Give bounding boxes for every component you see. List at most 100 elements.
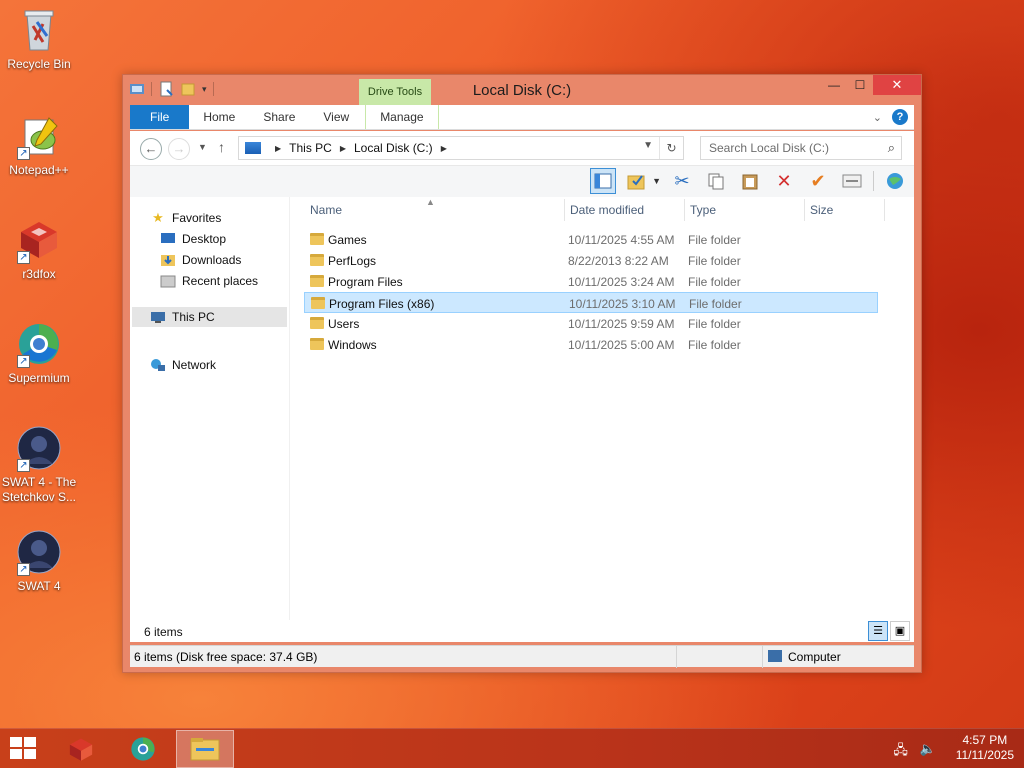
shortcut-arrow-icon: ↗ [17, 563, 30, 576]
address-dropdown-icon[interactable]: ▼ [643, 140, 653, 151]
paste-icon[interactable] [737, 168, 763, 194]
swat4-icon: ↗ [15, 528, 63, 576]
taskbar-r3dfox[interactable] [52, 730, 110, 768]
nav-downloads[interactable]: Downloads [160, 253, 241, 267]
taskbar-supermium[interactable] [114, 730, 172, 768]
desktop-icon-recycle-bin[interactable]: Recycle Bin [0, 6, 78, 72]
file-row[interactable]: Program Files 10/11/2025 3:24 AM File fo… [304, 271, 878, 292]
desktop-icon-label: Supermium [8, 371, 70, 385]
delete-icon[interactable]: ✕ [771, 168, 797, 194]
expand-ribbon-icon[interactable]: ⌄ [873, 111, 882, 124]
clock[interactable]: 4:57 PM 11/11/2025 [956, 733, 1014, 763]
close-icon[interactable]: ✕ [873, 75, 921, 95]
status-bar: 6 items (Disk free space: 37.4 GB) Compu… [130, 645, 914, 668]
network-tray-icon[interactable]: 🖧 [893, 741, 908, 763]
desktop-icon-r3dfox[interactable]: ↗ r3dfox [0, 216, 78, 282]
tab-home[interactable]: Home [189, 105, 249, 129]
folder-icon [310, 254, 324, 266]
file-row-selected[interactable]: Program Files (x86) 10/11/2025 3:10 AM F… [304, 292, 878, 313]
taskbar-file-explorer[interactable] [176, 730, 234, 768]
file-list: ▲ Name Date modified Type Size Games 10/… [300, 197, 914, 642]
supermium-icon [131, 737, 155, 761]
supermium-icon: ↗ [15, 320, 63, 368]
clock-date: 11/11/2025 [955, 748, 1014, 762]
column-divider[interactable] [804, 199, 805, 221]
details-view-icon[interactable]: ☰ [868, 621, 888, 641]
status-free-space: 6 items (Disk free space: 37.4 GB) [134, 650, 318, 664]
nav-favorites[interactable]: ★ Favorites [150, 211, 221, 226]
recycle-bin-icon [15, 6, 63, 54]
tab-view[interactable]: View [309, 105, 363, 129]
explorer-content: ★ Favorites Desktop Downloads Recent pla… [130, 197, 914, 642]
breadcrumb-separator-icon[interactable]: ▶ [340, 144, 346, 153]
refresh-icon[interactable]: ↻ [659, 137, 683, 159]
column-divider[interactable] [684, 199, 685, 221]
search-icon[interactable]: ⌕ [888, 140, 895, 156]
recent-locations-icon[interactable]: ▼ [198, 142, 207, 152]
globe-icon[interactable] [882, 168, 908, 194]
folder-icon [310, 317, 324, 329]
file-name: Windows [328, 338, 377, 352]
forward-arrow-icon[interactable]: → [168, 138, 190, 160]
search-input[interactable]: Search Local Disk (C:) ⌕ [700, 136, 902, 160]
desktop-icon-notepad-plus-plus[interactable]: ↗ Notepad++ [0, 112, 78, 178]
desktop-icon [160, 232, 176, 246]
preview-pane-icon[interactable] [590, 168, 617, 194]
desktop-icon-supermium[interactable]: ↗ Supermium [0, 320, 78, 386]
tab-share[interactable]: Share [249, 105, 309, 129]
back-arrow-icon[interactable]: ← [140, 138, 162, 160]
title-bar[interactable]: ▾ Drive Tools Local Disk (C:) — ☐ ✕ [123, 75, 921, 105]
notepad-plus-plus-icon: ↗ [15, 112, 63, 160]
status-zone: Computer [788, 650, 841, 664]
tab-file[interactable]: File [130, 105, 190, 129]
copy-icon[interactable] [703, 168, 729, 194]
file-row[interactable]: Windows 10/11/2025 5:00 AM File folder [304, 334, 878, 355]
properties-toolbar-icon[interactable] [839, 168, 865, 194]
breadcrumb-local-disk[interactable]: Local Disk (C:) [354, 141, 433, 155]
cut-icon[interactable]: ✂ [669, 168, 695, 194]
file-date: 10/11/2025 5:00 AM [568, 338, 675, 352]
select-folder-icon[interactable] [624, 168, 650, 194]
file-row[interactable]: PerfLogs 8/22/2013 8:22 AM File folder [304, 250, 878, 271]
search-placeholder: Search Local Disk (C:) [709, 141, 830, 155]
rename-check-icon[interactable]: ✔ [805, 168, 831, 194]
file-row[interactable]: Games 10/11/2025 4:55 AM File folder [304, 229, 878, 250]
sort-ascending-icon: ▲ [426, 197, 435, 207]
breadcrumb-separator-icon[interactable]: ▶ [441, 144, 447, 153]
window-controls: — ☐ ✕ [821, 75, 921, 95]
file-type: File folder [688, 317, 741, 331]
help-icon[interactable]: ? [892, 109, 908, 125]
maximize-icon[interactable]: ☐ [847, 75, 873, 95]
column-divider[interactable] [564, 199, 565, 221]
column-header-type[interactable]: Type [690, 203, 716, 217]
folder-icon [310, 275, 324, 287]
computer-icon [768, 650, 782, 662]
select-dropdown-icon[interactable]: ▼ [652, 176, 661, 186]
large-icons-view-icon[interactable]: ▣ [890, 621, 910, 641]
column-header-size[interactable]: Size [810, 203, 833, 217]
file-type: File folder [688, 338, 741, 352]
file-name: Program Files (x86) [329, 297, 435, 311]
swat4-tsk-icon: ↗ [15, 424, 63, 472]
volume-muted-icon[interactable]: 🔈 [920, 741, 936, 763]
tab-manage[interactable]: Manage [365, 105, 439, 129]
minimize-icon[interactable]: — [821, 75, 847, 95]
column-divider[interactable] [884, 199, 885, 221]
start-button[interactable] [10, 737, 38, 761]
breadcrumb-separator-icon[interactable]: ▶ [275, 144, 281, 153]
nav-network[interactable]: Network [150, 358, 216, 372]
column-header-date-modified[interactable]: Date modified [570, 203, 644, 217]
column-header-name[interactable]: Name [310, 203, 342, 217]
nav-recent-places[interactable]: Recent places [160, 274, 258, 288]
nav-desktop[interactable]: Desktop [160, 232, 226, 246]
address-bar[interactable]: ▶ This PC ▶ Local Disk (C:) ▶ ▼ ↻ [238, 136, 684, 160]
breadcrumb-this-pc[interactable]: This PC [289, 141, 332, 155]
file-row[interactable]: Users 10/11/2025 9:59 AM File folder [304, 313, 878, 334]
nav-this-pc[interactable]: This PC [132, 307, 287, 327]
file-date: 10/11/2025 9:59 AM [568, 317, 675, 331]
desktop-icon-swat4[interactable]: ↗ SWAT 4 [0, 528, 78, 594]
r3dfox-icon [69, 738, 93, 761]
up-arrow-icon[interactable]: ↑ [218, 139, 225, 155]
file-name: Users [328, 317, 360, 331]
desktop-icon-swat4-tsk[interactable]: ↗ SWAT 4 - The Stetchkov S... [0, 424, 78, 505]
